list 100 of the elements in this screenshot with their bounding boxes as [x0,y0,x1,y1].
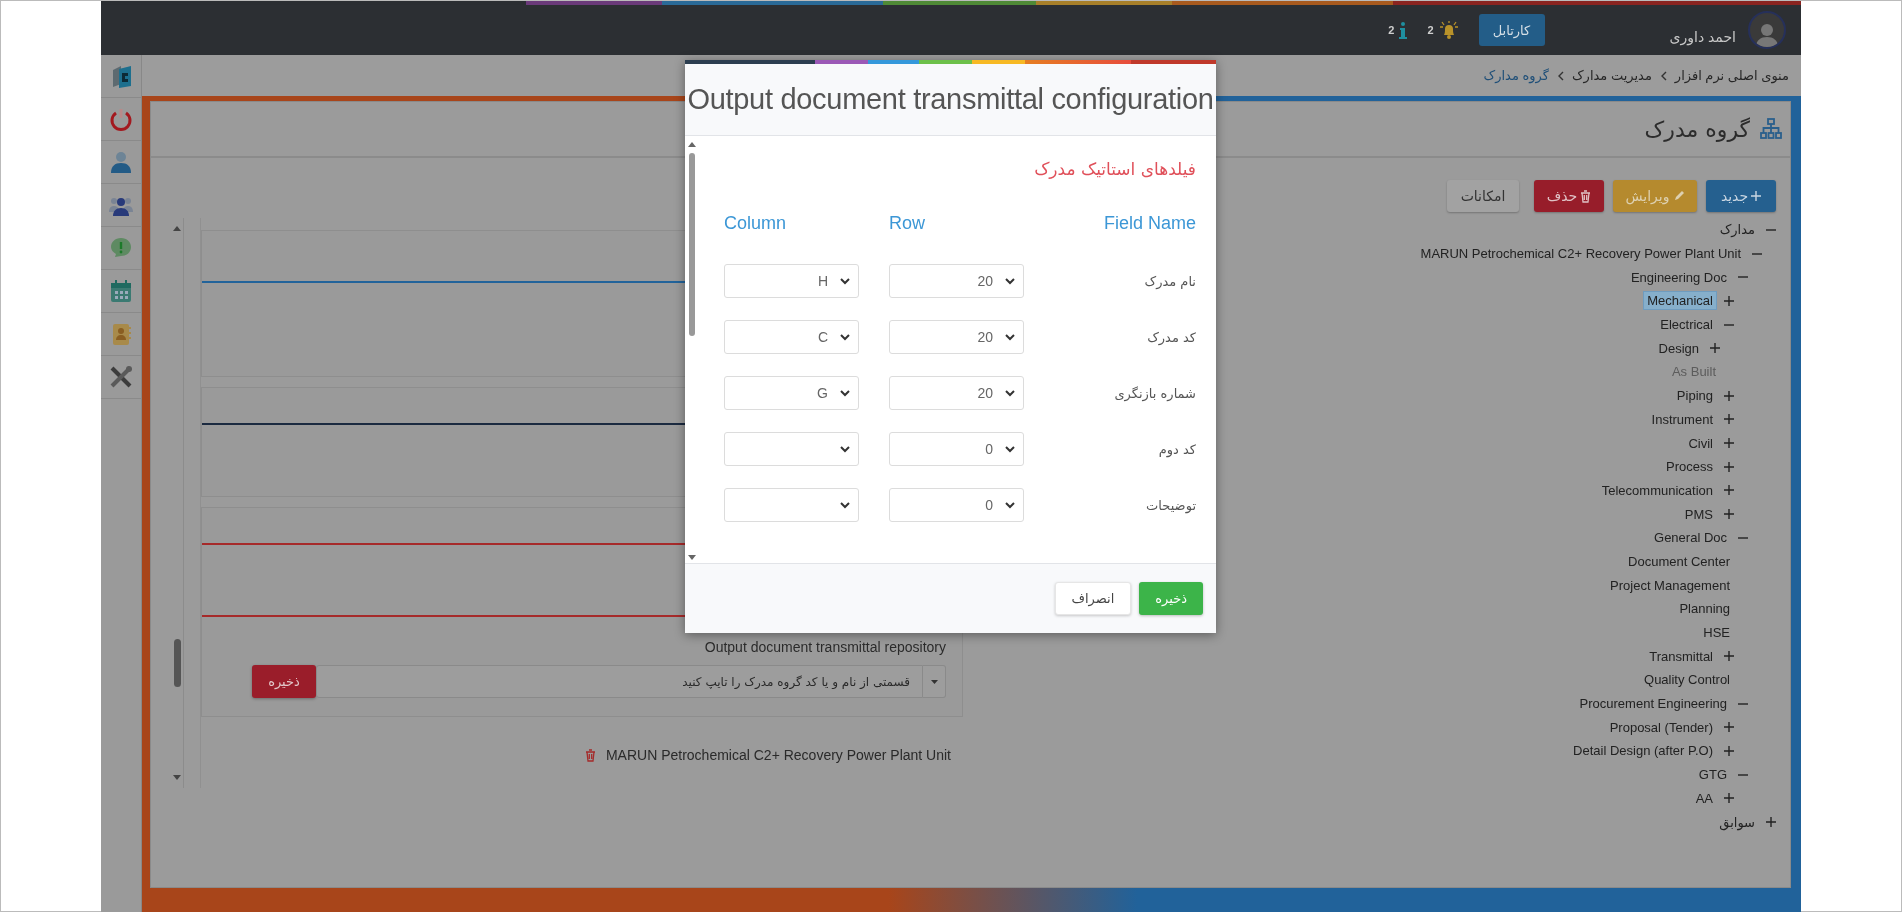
scroll-down-arrow-icon[interactable] [173,775,181,780]
tree-item[interactable]: AA [1691,788,1717,808]
chat-alert-icon[interactable] [109,236,133,260]
field-name: شماره بازنگری [1113,385,1196,401]
chevron-down-icon [1005,501,1015,509]
tree-item[interactable]: MARUN Petrochemical C2+ Recovery Power Plant Unit [1416,244,1745,264]
chevron-icon [1556,70,1564,81]
expand-toggle-icon[interactable] [1724,509,1734,520]
select-field[interactable]: 20 [889,264,1024,298]
repository-item: MARUN Petrochemical C2+ Recovery Power Plant Unit [605,747,951,763]
breadcrumb-link[interactable]: مدیریت مدارک [1571,68,1652,83]
new-button[interactable]: جدید [1706,180,1776,212]
column-header: Field Name [1102,213,1196,234]
select-field[interactable]: G [724,376,859,410]
tree-item[interactable]: GTG [1694,765,1731,785]
select-field[interactable]: 0 [889,488,1024,522]
scroll-up-arrow-icon[interactable] [688,142,696,147]
options-button[interactable]: امکانات [1447,180,1519,212]
delete-button[interactable]: حذف [1534,180,1604,212]
tree-item[interactable]: Procurement Engineering [1575,694,1731,714]
scrollbar-thumb[interactable] [689,153,695,336]
expand-toggle-icon[interactable] [1724,793,1734,804]
tree-item[interactable]: Process [1662,457,1717,477]
tree-item[interactable]: Civil [1684,433,1717,453]
pencil-icon [1672,190,1685,202]
tools-icon[interactable] [109,365,133,389]
column-header: Column [724,213,788,234]
select-field[interactable]: C [724,320,859,354]
scroll-up-arrow-icon[interactable] [173,226,181,231]
chevron-down-icon [840,277,850,285]
page-title: گروه مدرک [1644,116,1750,142]
tree-item[interactable]: Planning [1675,599,1734,619]
chevron-down-icon [1005,277,1015,285]
plus-icon [1751,191,1762,201]
chevron-down-icon [1005,333,1015,341]
tree-item[interactable]: Detail Design (after P.O) [1569,741,1717,761]
tree-item[interactable]: HSE [1699,623,1734,643]
tree-item[interactable]: Electrical [1656,315,1717,335]
power-icon[interactable] [109,107,133,131]
tree-item[interactable]: Document Center [1624,551,1734,571]
tree-item[interactable]: Project Management [1606,575,1734,595]
cancel-button[interactable]: انصراف [1054,582,1132,615]
avatar[interactable] [1748,11,1786,49]
calendar-icon[interactable] [109,279,133,303]
save-button[interactable]: ذخیره [252,665,316,698]
tree-item[interactable]: Instrument [1647,409,1717,429]
select-field[interactable]: 20 [889,376,1024,410]
expand-toggle-icon[interactable] [1724,651,1734,662]
breadcrumb-link[interactable]: گروه مدارک [1483,68,1549,83]
breadcrumb-link[interactable]: منوی اصلی نرم افزار [1674,68,1789,83]
chevron-icon [1659,70,1667,81]
modal-title: Output document transmittal configuration [687,83,1214,116]
field-name: توضیحات [1145,497,1196,513]
info-icon[interactable] [1399,21,1408,39]
dropdown-button[interactable] [923,665,946,698]
bell-icon[interactable] [1438,21,1459,39]
expand-toggle-icon[interactable] [1724,745,1734,756]
field-name: کد دوم [1157,441,1196,457]
expand-toggle-icon[interactable] [1710,343,1720,354]
tree-item[interactable]: Proposal (Tender) [1605,717,1717,737]
expand-toggle-icon[interactable] [1724,414,1734,425]
select-field[interactable] [724,488,859,522]
field-name: نام مدرک [1143,273,1196,289]
person-silhouette-icon [1754,21,1780,47]
expand-toggle-icon[interactable] [1724,461,1734,472]
section-title: فیلدهای استاتیک مدرک [1033,159,1196,179]
inbox-button[interactable]: کارتابل [1478,14,1545,46]
tree-item[interactable]: Telecommunication [1597,480,1717,500]
tree-item[interactable]: Design [1654,338,1703,358]
expand-toggle-icon[interactable] [1724,438,1734,449]
expand-toggle-icon[interactable] [1724,295,1734,306]
chevron-down-icon [840,333,850,341]
expand-toggle-icon[interactable] [1724,722,1734,733]
tree-item[interactable]: Quality Control [1640,670,1734,690]
tree-item[interactable]: مدارک [1715,220,1759,240]
notification-count: 2 [1427,24,1434,36]
expand-toggle-icon[interactable] [1724,485,1734,496]
chevron-down-icon [1005,389,1015,397]
scrollbar-thumb[interactable] [173,639,181,687]
tree-item[interactable]: Mechanical [1643,291,1717,311]
delete-icon[interactable] [584,748,596,762]
tree-item[interactable]: PMS [1680,504,1717,524]
search-field[interactable]: قسمتی از نام و یا کد گروه مدرک را تایپ کنید [316,665,923,698]
info-count: 2 [1388,24,1395,36]
tree-item[interactable]: Engineering Doc [1626,267,1731,287]
tree-item[interactable]: Transmittal [1645,646,1717,666]
expand-toggle-icon[interactable] [1766,817,1776,828]
repository-label: Output document transmittal repository [704,639,946,655]
scroll-down-arrow-icon[interactable] [688,555,696,560]
select-field[interactable]: H [724,264,859,298]
tree-item[interactable]: Piping [1672,386,1717,406]
user-name[interactable]: احمد داوری [1669,29,1736,45]
expand-toggle-icon[interactable] [1724,390,1734,401]
select-field[interactable] [724,432,859,466]
select-field[interactable]: 0 [889,432,1024,466]
user-icon[interactable] [109,150,133,174]
select-field[interactable]: 20 [889,320,1024,354]
chevron-down-icon [1005,445,1015,453]
tree-item[interactable]: سوابق [1715,812,1759,832]
tree-item[interactable]: General Doc [1650,528,1731,548]
